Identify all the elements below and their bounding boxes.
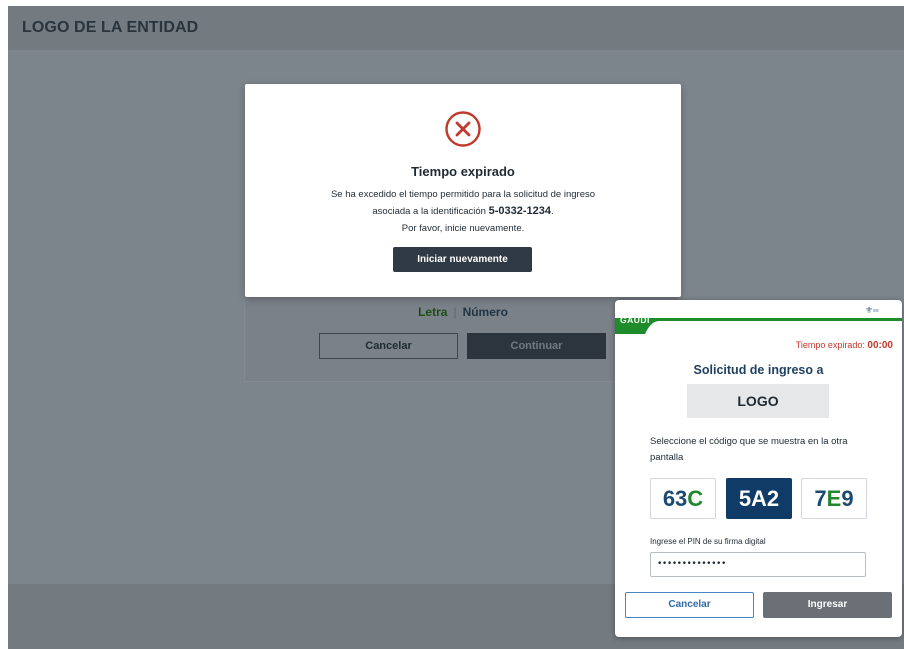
code-option-1-letter: C [687,486,704,511]
code-option-2-digits: 5A2 [738,486,780,511]
expire-indicator: Tiempo expirado: 00:00 [796,340,893,351]
gaudi-header-bar [615,313,902,334]
modal-line-2: asociada a la identificación 5-0332-1234… [245,203,681,220]
government-seal-icon: ⚜≡≡ [865,305,879,315]
app-header: LOGO DE LA ENTIDAD [8,6,904,50]
expire-label: Tiempo expirado: [795,340,865,350]
toggle-separator: | [453,305,457,319]
modal-line-3: Por favor, inicie nuevamente. [401,223,525,234]
toggle-numero[interactable]: Número [463,305,508,319]
modal-title: Tiempo expirado [411,164,515,179]
panel-cancel-button[interactable]: Cancelar [625,592,754,618]
background-cancel-button[interactable]: Cancelar [319,333,458,359]
pin-label: Ingrese el PIN de su firma digital [650,537,766,546]
error-x-circle-icon [445,111,481,147]
toggle-letra[interactable]: Letra [418,305,447,319]
identification-number: 5-0332-1234 [488,205,551,217]
pin-input[interactable]: •••••••••••••• [650,552,866,577]
gaudi-brand: GAUDI [620,315,650,325]
entity-logo: LOGO DE LA ENTIDAD [22,19,199,36]
expire-time: 00:00 [867,340,893,351]
code-option-3[interactable]: 7E9 [801,478,867,519]
modal-line-2-prefix: asociada a la identificación [372,206,486,217]
code-option-1[interactable]: 63C [650,478,716,519]
code-option-2[interactable]: 5A2 [726,478,792,519]
panel-title: Solicitud de ingreso a [693,363,824,377]
modal-message: Se ha excedido el tiempo permitido para … [245,186,681,237]
entity-logo-placeholder: LOGO [687,384,829,418]
gaudi-panel: GAUDI ⚜≡≡ Tiempo expirado: 00:00 Solicit… [615,300,902,637]
code-option-1-digits: 63 [662,486,688,511]
code-option-3-digits: 7 [814,486,827,511]
restart-button[interactable]: Iniciar nuevamente [393,247,532,272]
expired-modal: Tiempo expirado Se ha excedido el tiempo… [245,84,681,297]
code-option-3-letter: E [826,486,842,511]
modal-line-1: Se ha excedido el tiempo permitido para … [330,189,596,200]
panel-enter-button[interactable]: Ingresar [763,592,892,618]
code-option-3-digits-after: 9 [841,486,854,511]
select-code-instructions: Seleccione el código que se muestra en l… [650,436,848,463]
background-continue-button[interactable]: Continuar [467,333,606,359]
modal-line-2-suffix: . [550,206,554,217]
